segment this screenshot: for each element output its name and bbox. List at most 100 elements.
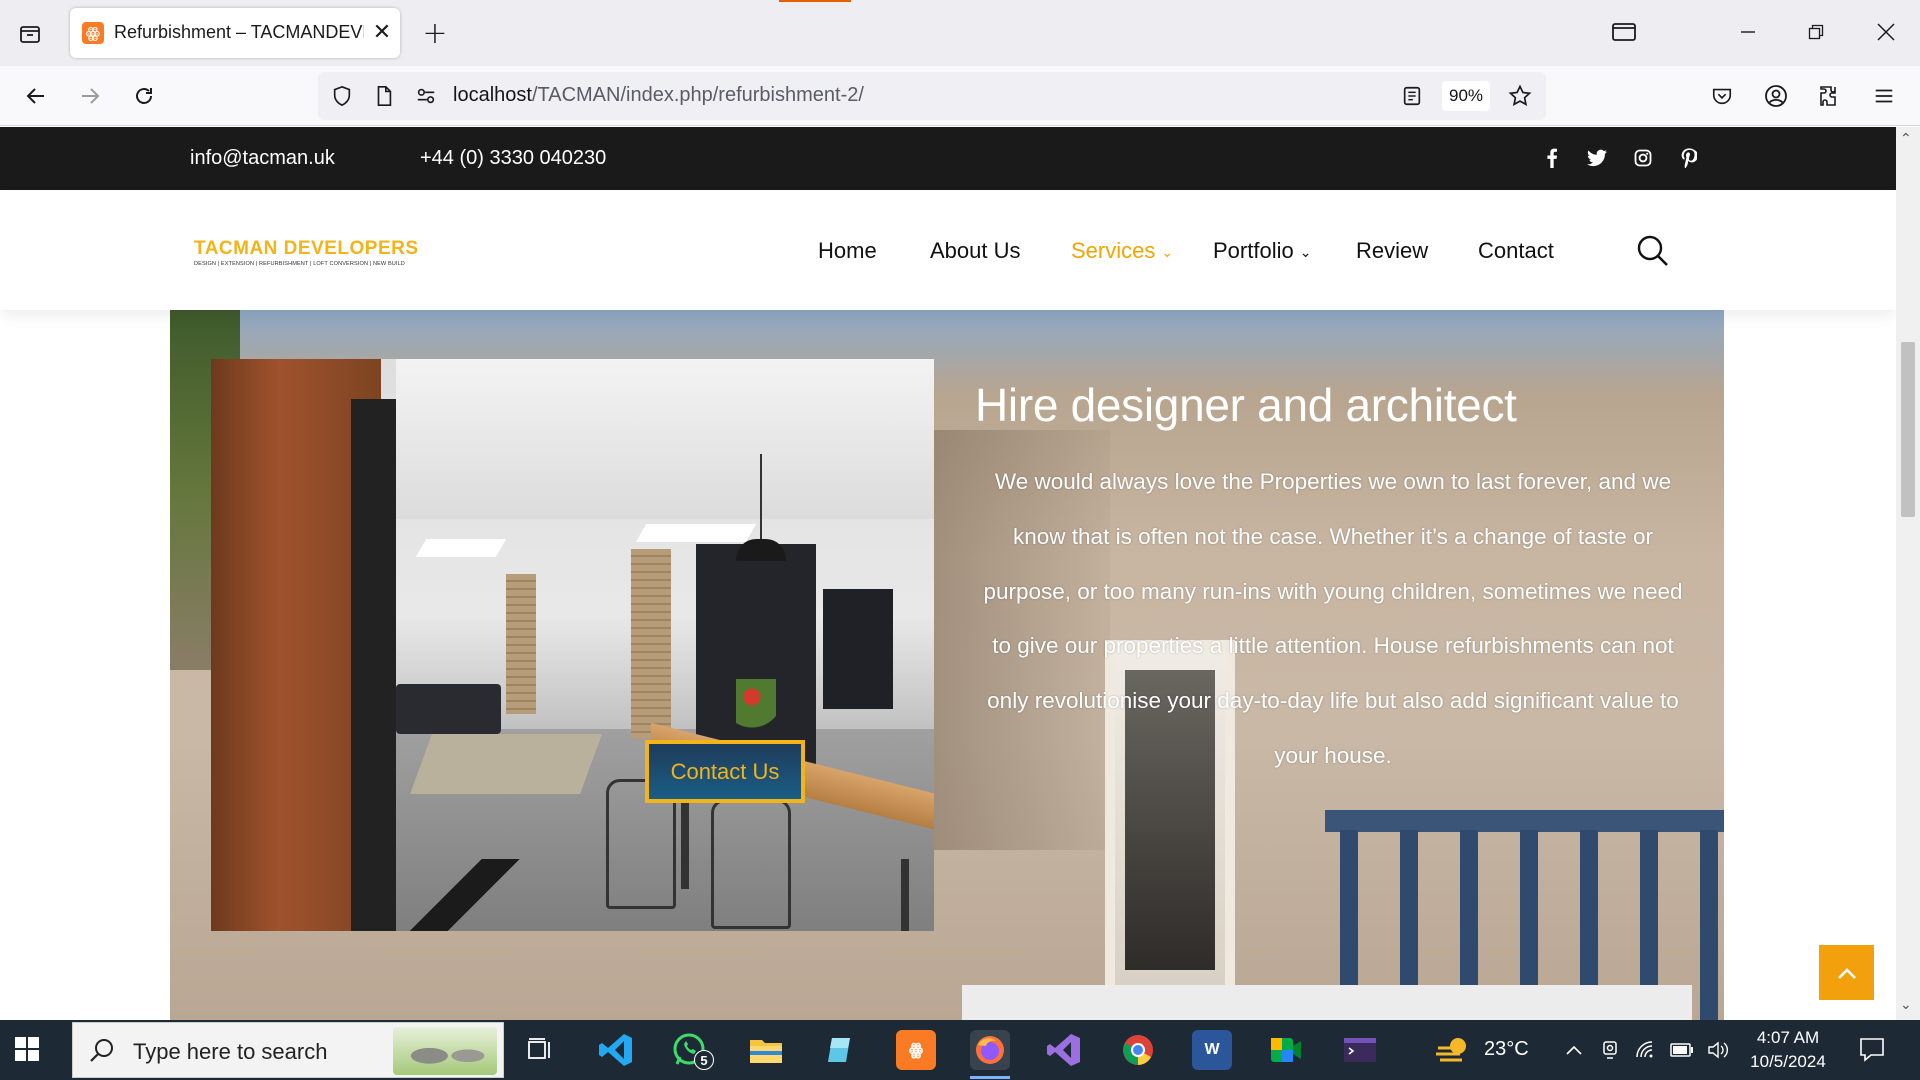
wifi-icon[interactable] bbox=[1634, 1038, 1658, 1062]
site-logo[interactable]: TACMAN DEVELOPERS DESIGN | EXTENSION | R… bbox=[194, 238, 426, 267]
photo-sliding-track bbox=[381, 859, 561, 931]
pinterest-icon[interactable] bbox=[1677, 146, 1701, 170]
permissions-icon[interactable] bbox=[412, 82, 440, 110]
browser-tab-bar: ꙮ Refurbishment – TACMANDEVELOPERS ✕ + bbox=[0, 0, 1920, 66]
show-hidden-icons-chevron-icon[interactable] bbox=[1562, 1038, 1586, 1062]
notepad-icon[interactable] bbox=[820, 1030, 860, 1070]
word-icon[interactable]: W bbox=[1192, 1030, 1232, 1070]
photo-ceiling bbox=[396, 359, 934, 519]
search-placeholder: Type here to search bbox=[133, 1039, 328, 1064]
scroll-to-top-button[interactable] bbox=[1819, 945, 1874, 1000]
address-bar[interactable]: localhost/TACMAN/index.php/refurbishment… bbox=[318, 72, 1546, 120]
sidebar-toggle-icon[interactable] bbox=[1604, 14, 1644, 50]
chevron-down-icon: ⌄ bbox=[1161, 243, 1174, 260]
photo-table-leg bbox=[901, 859, 909, 931]
contact-top-bar: info@tacman.uk +44 (0) 3330 040230 bbox=[0, 127, 1896, 190]
account-icon[interactable] bbox=[1756, 76, 1796, 116]
next-section-card bbox=[962, 985, 1692, 1020]
instagram-icon[interactable] bbox=[1631, 146, 1655, 170]
search-icon[interactable] bbox=[1636, 234, 1672, 270]
contact-us-button[interactable]: Contact Us bbox=[645, 740, 805, 803]
minimize-button[interactable] bbox=[1728, 14, 1768, 50]
url-text[interactable]: localhost/TACMAN/index.php/refurbishment… bbox=[453, 84, 864, 107]
email-link[interactable]: info@tacman.uk bbox=[190, 147, 335, 170]
vscode-icon[interactable] bbox=[596, 1030, 636, 1070]
firefox-icon[interactable] bbox=[970, 1030, 1010, 1070]
hero-balcony-rail bbox=[1325, 810, 1724, 832]
photo-cabinets bbox=[823, 589, 893, 709]
shield-icon[interactable] bbox=[328, 82, 356, 110]
hero-body-text: We would always love the Properties we o… bbox=[983, 469, 1683, 768]
photo-brick-column bbox=[631, 549, 671, 739]
windows-start-icon[interactable] bbox=[14, 1036, 42, 1064]
file-explorer-icon[interactable] bbox=[746, 1030, 786, 1070]
scroll-down-arrow-icon[interactable]: ⌄ bbox=[1900, 997, 1912, 1013]
reload-icon[interactable] bbox=[124, 76, 164, 116]
active-tab[interactable]: ꙮ Refurbishment – TACMANDEVELOPERS ✕ bbox=[70, 8, 400, 58]
whatsapp-unread-badge: 5 bbox=[694, 1050, 714, 1070]
facebook-icon[interactable] bbox=[1540, 146, 1564, 170]
firefox-active-indicator bbox=[970, 1076, 1010, 1079]
balcony-baluster bbox=[1700, 830, 1718, 1020]
forward-arrow-icon[interactable] bbox=[70, 76, 110, 116]
scroll-up-arrow-icon[interactable]: ⌃ bbox=[1900, 131, 1912, 147]
back-arrow-icon[interactable] bbox=[16, 76, 56, 116]
nav-about-us[interactable]: About Us bbox=[930, 238, 1021, 264]
twitter-icon[interactable] bbox=[1585, 146, 1609, 170]
nav-review[interactable]: Review bbox=[1356, 238, 1428, 264]
nav-portfolio-label: Portfolio bbox=[1213, 238, 1294, 263]
battery-icon[interactable] bbox=[1670, 1038, 1694, 1062]
nav-portfolio[interactable]: Portfolio ⌄ bbox=[1213, 238, 1311, 264]
tab-list-icon[interactable] bbox=[14, 18, 46, 50]
bookmark-star-icon[interactable] bbox=[1506, 82, 1534, 110]
temperature-label[interactable]: 23°C bbox=[1484, 1038, 1529, 1061]
tab-close-icon[interactable]: ✕ bbox=[368, 18, 396, 46]
tab-title: Refurbishment – TACMANDEVELOPERS bbox=[114, 22, 364, 42]
chevron-up-icon bbox=[1837, 967, 1856, 979]
page-info-icon[interactable] bbox=[370, 82, 398, 110]
taskbar-search-input[interactable]: Type here to search bbox=[72, 1022, 504, 1078]
meet-now-icon[interactable] bbox=[1598, 1038, 1622, 1062]
site-header: TACMAN DEVELOPERS DESIGN | EXTENSION | R… bbox=[0, 190, 1896, 310]
notification-center-icon[interactable] bbox=[1858, 1036, 1888, 1064]
photo-sofa bbox=[396, 684, 501, 734]
photo-flowers bbox=[736, 679, 776, 739]
hero-section: Contact Us Hire designer and architect W… bbox=[170, 310, 1724, 1020]
extensions-icon[interactable] bbox=[1810, 76, 1850, 116]
terminal-icon[interactable] bbox=[1340, 1030, 1380, 1070]
menu-hamburger-icon[interactable] bbox=[1864, 76, 1904, 116]
photo-chair bbox=[711, 799, 791, 929]
meet-icon[interactable] bbox=[1266, 1030, 1306, 1070]
page-scrollbar[interactable]: ⌃ ⌄ bbox=[1896, 127, 1920, 1020]
nav-services-label: Services bbox=[1071, 238, 1156, 263]
scrollbar-thumb[interactable] bbox=[1901, 342, 1915, 517]
zoom-level-button[interactable]: 90% bbox=[1442, 81, 1490, 111]
nav-contact[interactable]: Contact bbox=[1478, 238, 1554, 264]
url-host: localhost bbox=[453, 84, 532, 106]
reader-view-icon[interactable] bbox=[1398, 82, 1426, 110]
windows-taskbar: Type here to search 5 ꙮ W 23°C 4:07 AM 1… bbox=[0, 1020, 1920, 1080]
photo-lamp-cord bbox=[760, 454, 762, 542]
whatsapp-icon[interactable]: 5 bbox=[670, 1030, 714, 1070]
photo-table-leg bbox=[681, 799, 689, 889]
nav-home[interactable]: Home bbox=[818, 238, 877, 264]
photo-brick-column bbox=[506, 574, 536, 714]
task-view-icon[interactable] bbox=[520, 1030, 560, 1070]
visual-studio-icon[interactable] bbox=[1044, 1030, 1084, 1070]
chrome-icon[interactable] bbox=[1118, 1030, 1158, 1070]
phone-link[interactable]: +44 (0) 3330 040230 bbox=[420, 147, 606, 170]
weather-icon[interactable] bbox=[1434, 1034, 1474, 1066]
new-tab-button[interactable]: + bbox=[418, 16, 452, 51]
tab-loading-indicator bbox=[779, 0, 851, 2]
xampp-icon[interactable]: ꙮ bbox=[896, 1030, 936, 1070]
close-window-button[interactable] bbox=[1866, 14, 1906, 50]
nav-services[interactable]: Services ⌄ bbox=[1071, 238, 1173, 264]
logo-tagline: DESIGN | EXTENSION | REFURBISHMENT | LOF… bbox=[194, 261, 405, 267]
restore-button[interactable] bbox=[1796, 14, 1836, 50]
pocket-icon[interactable] bbox=[1702, 76, 1742, 116]
photo-pendant-lamp bbox=[736, 539, 786, 561]
kitchen-interior-photo bbox=[211, 359, 934, 931]
volume-icon[interactable] bbox=[1706, 1038, 1730, 1062]
chevron-down-icon: ⌄ bbox=[1299, 243, 1312, 260]
system-clock[interactable]: 4:07 AM 10/5/2024 bbox=[1740, 1026, 1836, 1074]
